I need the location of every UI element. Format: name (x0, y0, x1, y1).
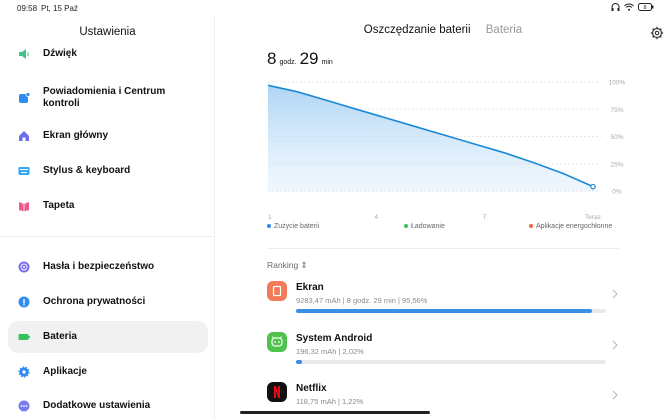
x-tick-label: 4 (375, 214, 379, 221)
battery-status-icon: 8 (638, 3, 654, 11)
chevron-right-icon (612, 390, 618, 400)
tab-battery-saver[interactable]: Oszczędzanie baterii (364, 24, 471, 36)
usage-bar-fill (296, 360, 303, 364)
status-date: Pt, 15 Paź (41, 4, 78, 13)
sidebar-item-label: Dodatkowe ustawienia (43, 400, 151, 411)
tab-bar: Oszczędzanie baterii Bateria (216, 24, 670, 36)
sidebar-item-home-screen[interactable]: Ekran główny (8, 120, 208, 152)
app-row-android-system[interactable]: System Android 196,32 mAh | 2,02% (267, 332, 619, 376)
y-tick-label: 50% (610, 134, 623, 141)
app-name: Ekran (296, 282, 324, 293)
battery-area (268, 85, 593, 191)
sidebar-item-sound[interactable]: Dźwięk (8, 38, 208, 70)
remaining-time: 8 godz. 29 min (267, 49, 336, 69)
sidebar-item-label: Tapeta (43, 200, 75, 211)
tab-battery[interactable]: Bateria (486, 24, 522, 36)
sidebar-item-label: Ekran główny (43, 130, 109, 141)
app-name: System Android (296, 333, 373, 344)
screen-icon (267, 281, 287, 301)
app-name: Netflix (296, 383, 327, 394)
ranking-sort-button[interactable]: Ranking ⇕ (267, 260, 308, 271)
legend-label: Aplikacje energochłonne (536, 223, 613, 230)
chevron-right-icon (612, 289, 618, 299)
current-level-dot (590, 183, 596, 190)
y-tick-label: 0% (612, 189, 622, 196)
notification-icon (19, 92, 30, 103)
sidebar-item-apps[interactable]: Aplikacje (8, 356, 208, 388)
sidebar-item-label: Stylus & keyboard (43, 165, 131, 176)
status-time: 09:58 (17, 4, 38, 13)
sidebar-item-wallpaper[interactable]: Tapeta (8, 190, 208, 222)
more-icon (18, 400, 30, 412)
settings-gear-icon[interactable] (650, 26, 664, 40)
remaining-minutes: 29 (299, 49, 319, 68)
battery-main-panel: Oszczędzanie baterii Bateria 8 godz. 29 min… (216, 16, 670, 419)
status-bar: 09:58 Pt, 15 Paź 8 (0, 0, 670, 16)
app-usage-detail: 196,32 mAh | 2,02% (296, 347, 364, 356)
privacy-icon (18, 296, 30, 308)
app-usage-detail: 9283,47 mAh | 8 godz. 29 min | 95,56% (296, 296, 428, 305)
sidebar-item-label: Ochrona prywatności (43, 296, 146, 307)
sidebar-item-passwords-security[interactable]: Hasła i bezpieczeństwo (8, 251, 208, 283)
legend-dot (529, 224, 533, 229)
legend-label: Zużycie baterii (274, 223, 320, 230)
speaker-icon (19, 49, 29, 59)
legend-label: Ładowanie (411, 223, 445, 230)
battery-level-chart: 100% 75% 50% 25% 0% 1 4 7 Teraz (267, 80, 626, 221)
sidebar-item-label: Hasła i bezpieczeństwo (43, 261, 155, 272)
home-icon (19, 131, 29, 141)
chevron-right-icon (612, 340, 618, 350)
sidebar-item-label: Powiadomienia i Centrum kontroli (43, 86, 166, 109)
settings-sidebar: Ustawienia Dźwięk Powiadomienia i Centru… (0, 16, 215, 419)
sidebar-item-additional-settings[interactable]: Dodatkowe ustawienia (8, 390, 208, 419)
battery-level: 8 (643, 5, 646, 11)
remaining-hours-unit: godz. (279, 59, 297, 66)
y-tick-label: 25% (610, 161, 623, 168)
y-tick-label: 75% (610, 107, 623, 114)
wallpaper-icon (19, 202, 29, 212)
remaining-minutes-unit: min (321, 59, 333, 66)
sidebar-item-label: Dźwięk (43, 48, 77, 59)
usage-bar-track (296, 360, 606, 364)
wifi-icon (624, 3, 634, 11)
sidebar-item-stylus-keyboard[interactable]: Stylus & keyboard (8, 155, 208, 187)
headphones-icon (611, 3, 620, 11)
battery-icon (18, 334, 30, 340)
legend-item-usage: Zużycie baterii (267, 223, 319, 230)
sidebar-item-battery[interactable]: Bateria (8, 321, 208, 353)
sidebar-divider (0, 236, 215, 237)
legend-dot (267, 224, 271, 229)
x-tick-label: 1 (268, 214, 272, 221)
y-tick-label: 100% (609, 80, 626, 87)
status-icons: 8 (611, 3, 654, 11)
android-icon (267, 332, 287, 352)
fingerprint-icon (18, 261, 30, 273)
app-row-screen[interactable]: Ekran 9283,47 mAh | 8 godz. 29 min | 95,… (267, 281, 619, 325)
legend-item-power-hungry: Aplikacje energochłonne (529, 223, 612, 230)
usage-bar-track (296, 309, 606, 313)
section-divider (267, 248, 619, 249)
usage-bar-fill (296, 309, 593, 313)
home-indicator[interactable] (240, 411, 430, 414)
sidebar-item-privacy[interactable]: Ochrona prywatności (8, 286, 208, 318)
gear-icon (18, 366, 30, 378)
sidebar-item-label: Aplikacje (43, 366, 87, 377)
app-usage-detail: 118,75 mAh | 1,22% (296, 397, 364, 406)
remaining-hours: 8 (267, 49, 277, 68)
sidebar-item-label: Bateria (43, 331, 77, 342)
sidebar-item-notifications[interactable]: Powiadomienia i Centrum kontroli (8, 80, 208, 116)
legend-item-charging: Ładowanie (404, 223, 445, 230)
netflix-icon (267, 382, 287, 402)
sidebar-title: Ustawienia (79, 26, 136, 38)
x-tick-label: Teraz (585, 214, 601, 221)
keyboard-icon (18, 167, 30, 175)
legend-dot (404, 224, 408, 229)
x-tick-label: 7 (483, 214, 487, 221)
